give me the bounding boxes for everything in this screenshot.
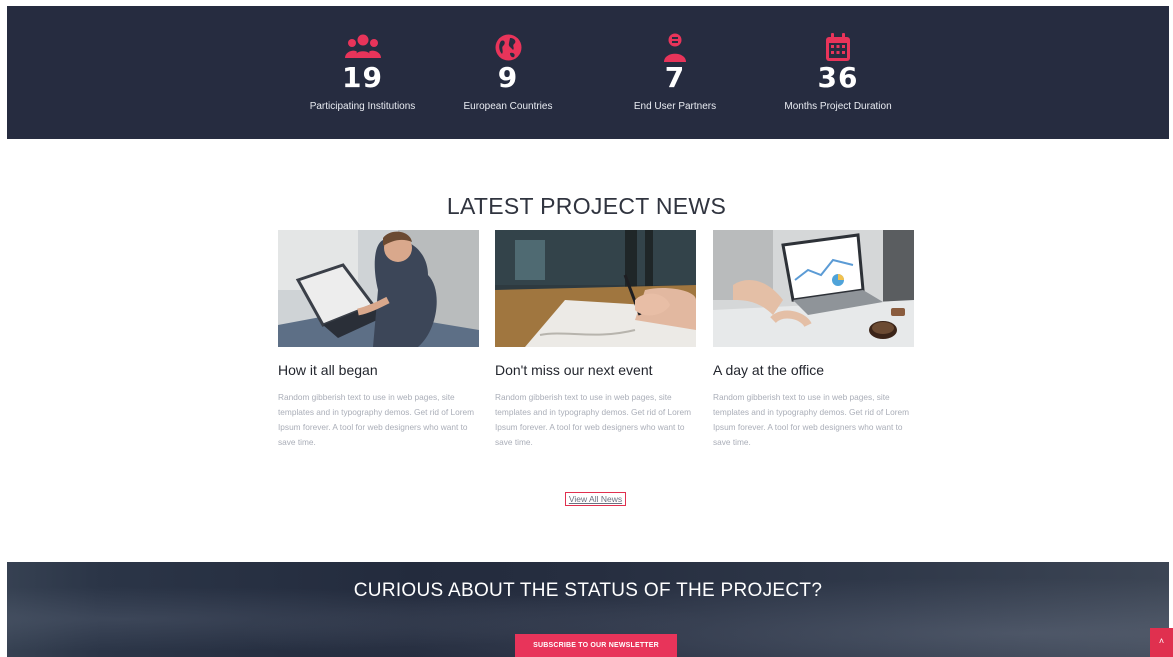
view-all-news-link[interactable]: View All News xyxy=(565,492,626,506)
calendar-icon xyxy=(826,33,850,61)
laptop-on-lap-photo[interactable] xyxy=(278,230,479,347)
section-title: LATEST PROJECT NEWS xyxy=(446,193,727,219)
globe-icon xyxy=(495,34,521,61)
news-card: Don't miss our next event Random gibberi… xyxy=(495,230,696,450)
news-card-text: Random gibberish text to use in web page… xyxy=(713,392,910,447)
stat-duration: 36 Months Project Duration xyxy=(758,32,918,112)
news-card-title[interactable]: A day at the office xyxy=(713,362,914,378)
news-card-text: Random gibberish text to use in web page… xyxy=(278,392,475,447)
scroll-top-button[interactable]: ˄ xyxy=(1150,628,1173,657)
user-partner-icon xyxy=(664,33,686,62)
stat-number: 7 xyxy=(664,61,686,94)
stats-band: 19 Participating Institutions 9 European… xyxy=(7,6,1169,139)
laptop-charts-photo[interactable] xyxy=(713,230,914,347)
stat-partners: 7 End User Partners xyxy=(600,32,750,112)
stat-countries: 9 European Countries xyxy=(428,32,588,112)
chevron-up-icon: ˄ xyxy=(1158,636,1165,646)
writing-hand-photo[interactable] xyxy=(495,230,696,347)
news-card: A day at the office Random gibberish tex… xyxy=(713,230,914,450)
news-card: How it all began Random gibberish text t… xyxy=(278,230,479,450)
news-card-title[interactable]: How it all began xyxy=(278,362,479,378)
cta-title: CURIOUS ABOUT THE STATUS OF THE PROJECT? xyxy=(353,580,823,601)
news-card-text: Random gibberish text to use in web page… xyxy=(495,392,692,447)
stat-label: European Countries xyxy=(463,101,553,112)
newsletter-band: CURIOUS ABOUT THE STATUS OF THE PROJECT?… xyxy=(7,562,1169,657)
stat-label: End User Partners xyxy=(633,101,717,112)
news-card-title[interactable]: Don't miss our next event xyxy=(495,362,696,378)
stat-label: Months Project Duration xyxy=(784,101,892,112)
stat-number: 36 xyxy=(817,61,859,94)
subscribe-button[interactable]: SUBSCRIBE TO OUR NEWSLETTER xyxy=(515,634,677,657)
users-group-icon xyxy=(344,34,381,58)
stat-number: 9 xyxy=(497,61,519,94)
